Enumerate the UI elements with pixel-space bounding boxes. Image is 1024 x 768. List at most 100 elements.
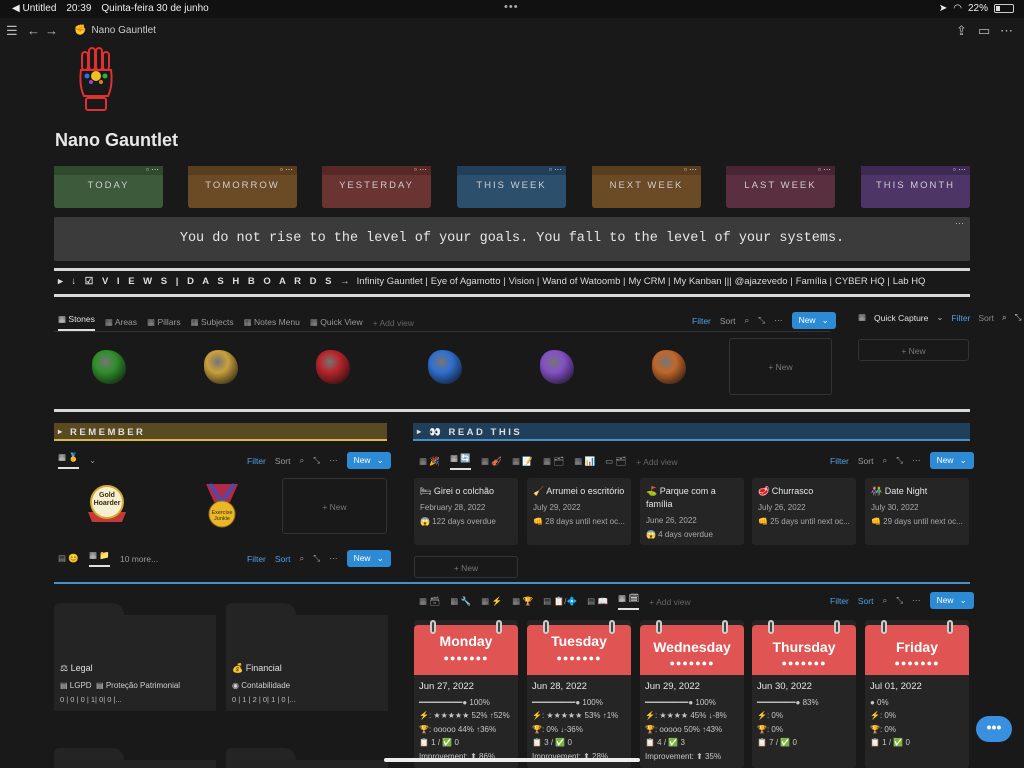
task-card[interactable]: 🥩 Churrasco July 26, 2022 👊 25 days unti… [752,478,856,545]
search-icon[interactable]: ⌕ [744,315,749,326]
stone-card[interactable] [170,340,272,395]
add-view-link[interactable]: + Add view [649,597,690,607]
day-card[interactable]: Tuesday ●●●●●●● Jun 28, 2022 ━━━━━━━━━● … [527,620,631,768]
dashboard-tile[interactable]: ▫ ⋯ THIS MONTH [861,165,970,208]
stones-new-card[interactable]: + New [729,338,832,395]
comments-icon[interactable]: ▭ [978,23,990,39]
sort-button[interactable]: Sort [275,456,291,466]
chevron-down-icon[interactable]: ⌄ [377,455,384,466]
dashboard-link[interactable]: Vision | [509,276,540,287]
dashboard-link[interactable]: Infinity Gauntlet | [357,276,428,287]
new-button[interactable]: New ⌄ [346,550,391,567]
expand-icon[interactable]: ⤡ [896,455,903,466]
stone-card[interactable] [506,340,608,395]
filter-button[interactable]: Filter [952,313,971,323]
chevron-down-icon[interactable]: ⌄ [960,455,967,466]
day-card[interactable]: Wednesday ●●●●●●● Jun 29, 2022 ━━━━━━━━━… [640,620,744,768]
task-card[interactable]: ⛳ Parque com a família June 26, 2022 😱 4… [640,478,744,545]
stone-card[interactable] [394,340,496,395]
view-tab[interactable]: ▦ Pillars [147,317,181,328]
dashboard-link[interactable]: @ajazevedo | [735,276,793,287]
tile-more-icon[interactable]: ▫ ⋯ [549,165,562,174]
view-tab[interactable]: + Add view [373,318,414,328]
view-tab[interactable]: ▦ Areas [105,317,137,328]
chevron-down-icon[interactable]: ⌄ [960,595,967,606]
table-icon[interactable]: ▦ 🗃 [419,596,440,607]
stone-card[interactable] [618,340,720,395]
chevron-down-icon[interactable]: ⌄ [377,553,384,564]
search-icon[interactable]: ⌕ [299,553,304,564]
remember-new-card[interactable]: + New [282,478,387,534]
chevron-down-icon[interactable]: ⌄ [936,312,943,323]
task-card[interactable]: 👫 Date Night July 30, 2022 👊 29 days unt… [865,478,969,545]
day-card[interactable]: Thursday ●●●●●●● Jun 30, 2022 ━━━━━━━━● … [752,620,856,768]
expand-icon[interactable]: ⤡ [1015,312,1022,323]
sort-button[interactable]: Sort [858,596,874,606]
doc-icon[interactable]: ▤ 😊 [58,553,79,564]
task-card[interactable]: 🛏 Girei o colchão February 28, 2022 😱 12… [414,478,518,545]
doc-icon[interactable]: ▤ 📋/💠 [543,596,577,607]
gold-hoarder-badge[interactable]: Gold Hoarder [84,482,130,528]
filter-button[interactable]: Filter [247,554,266,564]
quick-capture-new-card[interactable]: + New [858,339,969,361]
sort-button[interactable]: Sort [720,316,736,326]
dashboard-link[interactable]: CYBER HQ | [835,276,890,287]
table-icon[interactable]: ▦ 📝 [512,456,533,467]
filter-button[interactable]: Filter [830,596,849,606]
back-to-app-link[interactable]: ◀ Untitled [12,3,56,14]
dashboard-link[interactable]: My Kanban ||| [674,276,732,287]
sort-button[interactable]: Sort [275,554,291,564]
tile-more-icon[interactable]: ▫ ⋯ [953,165,966,174]
dashboard-tile[interactable]: ▫ ⋯ TOMORROW [188,165,297,208]
forward-arrow-icon[interactable]: → [45,23,58,38]
add-view-link[interactable]: + Add view [636,457,677,467]
new-button[interactable]: New ⌄ [346,452,391,469]
table-icon[interactable]: ▦ 🔄 [449,453,471,470]
dashboard-link[interactable]: Wand of Watoomb | [542,276,625,287]
more-icon[interactable]: ⋯ [912,455,921,466]
table-icon[interactable]: ▦ 🗂 [543,456,564,467]
dashboard-tile[interactable]: ▫ ⋯ TODAY [54,165,163,208]
search-icon[interactable]: ⌕ [882,455,887,466]
new-button[interactable]: New ⌄ [929,452,974,469]
tile-more-icon[interactable]: ▫ ⋯ [146,165,159,174]
view-tab[interactable]: ▦ Notes Menu [244,317,300,328]
folder-card-financial[interactable]: 💰 Financial ◉ Contabilidade 0 | 1 | 2 | … [226,603,388,711]
floating-more-button[interactable]: ••• [976,716,1012,742]
dashboard-tile[interactable]: ▫ ⋯ THIS WEEK [457,165,566,208]
breadcrumb[interactable]: ✊ Nano Gauntlet [74,25,156,36]
search-icon[interactable]: ⌕ [299,455,304,466]
sort-button[interactable]: Sort [858,456,874,466]
calendar-icon[interactable]: ▭ 🗂 [605,456,626,467]
task-card[interactable]: 🧹 Arrumei o escritório July 29, 2022 👊 2… [527,478,631,545]
table-icon[interactable]: ▦ 🗓 [618,593,640,610]
new-button[interactable]: New ⌄ [791,312,836,329]
table-icon[interactable]: ▦ 📁 [88,550,110,567]
folder-card[interactable] [54,748,216,768]
expand-icon[interactable]: ⤡ [313,455,320,466]
day-card[interactable]: Friday ●●●●●●● Jul 01, 2022 ● 0% ⚡: 0% 🏆… [865,620,969,768]
more-options-icon[interactable]: ⋯ [1000,23,1013,39]
search-icon[interactable]: ⌕ [1002,312,1007,323]
table-icon[interactable]: ▦ 🔧 [450,596,471,607]
tile-more-icon[interactable]: ▫ ⋯ [280,165,293,174]
more-views-link[interactable]: 10 more... [120,554,158,564]
filter-button[interactable]: Filter [247,456,266,466]
view-tab[interactable]: ▦ Quick View [310,317,363,328]
expand-icon[interactable]: ⤡ [758,315,765,326]
table-icon[interactable]: ▦ 🎉 [419,456,440,467]
chevron-down-icon[interactable]: ⌄ [89,455,96,466]
toggle-arrow-icon[interactable]: ▸ [417,427,424,436]
read-this-new-card[interactable]: + New [414,556,518,578]
exercise-junkie-badge[interactable]: Exercise Junkie [200,482,244,530]
new-button[interactable]: New ⌄ [929,592,974,609]
views-toggle[interactable]: ▸ ↓ ☑ V I E W S | D A S H B O A R D S → [58,276,353,287]
tile-more-icon[interactable]: ▫ ⋯ [818,165,831,174]
dashboard-link[interactable]: Lab HQ [893,276,926,287]
dashboard-link[interactable]: Eye of Agamotto | [431,276,506,287]
more-icon[interactable]: ⋯ [329,455,338,466]
folder-card-legal[interactable]: ⚖ Legal ▤ LGPD ▤ Proteção Patrimonial 0 … [54,603,216,711]
search-icon[interactable]: ⌕ [882,595,887,606]
dashboard-tile[interactable]: ▫ ⋯ NEXT WEEK [592,165,701,208]
stone-card[interactable] [282,340,384,395]
